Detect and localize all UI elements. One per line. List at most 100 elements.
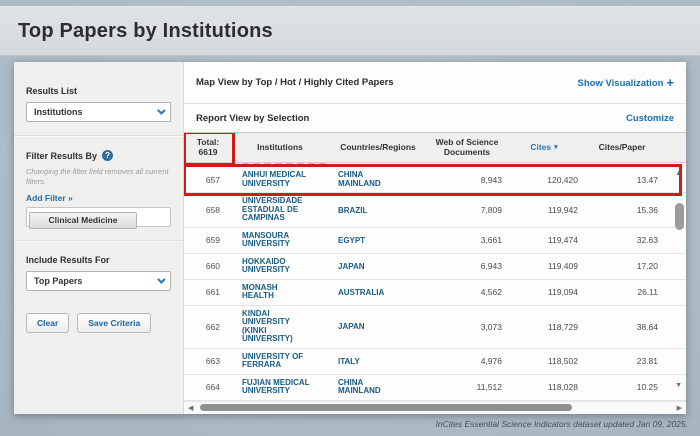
help-question-icon[interactable]: ? [102, 150, 113, 161]
scroll-left-icon[interactable]: ◀ [188, 405, 193, 412]
clipped-row-remnant [242, 163, 328, 166]
cites-label: Cites [530, 143, 551, 153]
documents-cell: 3,661 [428, 231, 506, 249]
page-background: Top Papers by Institutions Results List … [0, 0, 700, 436]
rank-cell: 658 [184, 201, 232, 219]
cites-per-paper-cell: 17.20 [582, 257, 662, 275]
documents-cell: 6,943 [428, 257, 506, 275]
content-area: Results List Institutions Filter Results… [14, 62, 686, 414]
institution-link[interactable]: MANSOURA UNIVERSITY [242, 232, 310, 249]
table-row-658[interactable]: 658 UNIVERSIDADE ESTADUAL DE CAMPINAS BR… [184, 193, 686, 228]
cites-cell: 119,474 [506, 231, 582, 249]
filter-field[interactable]: Clinical Medicine [26, 207, 171, 227]
institution-cell: MONASH HEALTH [232, 280, 328, 305]
sidebar: Results List Institutions Filter Results… [14, 62, 184, 414]
rank-cell: 664 [184, 378, 232, 396]
cites-per-paper-cell: 10.25 [582, 378, 662, 396]
column-header-cites-per-paper: Cites/Paper [582, 133, 662, 162]
total-header-cell: Total: 6619 [184, 133, 232, 162]
add-filter-link[interactable]: Add Filter » [26, 193, 171, 203]
table-row-661[interactable]: 661 MONASH HEALTH AUSTRALIA 4,562 119,09… [184, 280, 686, 306]
country-cell: AUSTRALIA [328, 283, 428, 302]
cites-cell: 118,729 [506, 318, 582, 336]
institution-cell: UNIVERSITY OF FERRARA [232, 349, 328, 374]
save-criteria-button[interactable]: Save Criteria [77, 313, 151, 333]
documents-cell: 4,562 [428, 283, 506, 301]
rank-cell: 657 [184, 171, 232, 189]
cites-per-paper-cell: 26.11 [582, 283, 662, 301]
cites-cell: 120,420 [506, 171, 582, 189]
vertical-scrollbar-thumb[interactable] [675, 203, 684, 230]
sidebar-divider [14, 240, 183, 242]
country-cell: CHINA MAINLAND [328, 167, 428, 192]
country-cell: JAPAN [328, 257, 428, 276]
horizontal-scrollbar-thumb[interactable] [200, 404, 572, 411]
scroll-right-icon[interactable]: ▶ [677, 405, 682, 412]
institution-cell: MANSOURA UNIVERSITY [232, 228, 328, 253]
include-results-dropdown[interactable]: Top Papers [26, 271, 171, 291]
country-cell: CHINA MAINLAND [328, 375, 428, 400]
filter-results-label: Filter Results By [26, 151, 97, 161]
clear-button[interactable]: Clear [26, 313, 69, 333]
report-view-title: Report View by Selection [196, 113, 309, 124]
main-panel: Map View by Top / Hot / Highly Cited Pap… [184, 62, 686, 414]
sort-down-icon: ▾ [554, 143, 558, 153]
table-row-660[interactable]: 660 HOKKAIDO UNIVERSITY JAPAN 6,943 119,… [184, 254, 686, 280]
institution-cell: FUJIAN MEDICAL UNIVERSITY [232, 375, 328, 400]
table-row-663[interactable]: 663 UNIVERSITY OF FERRARA ITALY 4,976 11… [184, 349, 686, 375]
institution-cell: KINDAI UNIVERSITY (KINKI UNIVERSITY) [232, 306, 328, 348]
institution-link[interactable]: ANHUI MEDICAL UNIVERSITY [242, 171, 310, 188]
column-header-documents: Web of Science Documents [428, 133, 506, 162]
chevron-down-icon [157, 275, 165, 283]
rank-cell: 660 [184, 257, 232, 275]
country-cell: BRAZIL [328, 201, 428, 220]
table-row-659[interactable]: 659 MANSOURA UNIVERSITY EGYPT 3,661 119,… [184, 228, 686, 254]
include-results-value: Top Papers [34, 276, 82, 286]
cites-per-paper-cell: 15.36 [582, 201, 662, 219]
column-header-institutions: Institutions [232, 133, 328, 162]
page-title: Top Papers by Institutions [0, 6, 700, 43]
cites-per-paper-cell: 32.63 [582, 231, 662, 249]
dataset-update-note: InCites Essential Science Indicators dat… [436, 419, 688, 429]
table-row-664[interactable]: 664 FUJIAN MEDICAL UNIVERSITY CHINA MAIN… [184, 375, 686, 401]
institution-link[interactable]: MONASH HEALTH [242, 284, 310, 301]
country-label: JAPAN [338, 263, 365, 272]
documents-cell: 7,809 [428, 201, 506, 219]
institution-link[interactable]: UNIVERSIDADE ESTADUAL DE CAMPINAS [242, 197, 310, 223]
show-visualization-link[interactable]: Show Visualization+ [578, 75, 674, 90]
institution-link[interactable]: FUJIAN MEDICAL UNIVERSITY [242, 379, 310, 396]
results-list-dropdown[interactable]: Institutions [26, 102, 171, 122]
report-view-bar: Report View by Selection Customize [184, 103, 686, 132]
cites-per-paper-cell: 13.47 [582, 171, 662, 189]
cites-per-paper-cell: 23.81 [582, 352, 662, 370]
chevron-down-icon [157, 106, 165, 114]
documents-cell: 8,943 [428, 171, 506, 189]
table-row-657[interactable]: 657 ANHUI MEDICAL UNIVERSITY CHINA MAINL… [184, 167, 686, 193]
plus-icon: + [666, 75, 674, 90]
horizontal-scrollbar[interactable]: ◀ ▶ [184, 401, 686, 413]
country-label: CHINA MAINLAND [338, 379, 400, 396]
rank-cell: 662 [184, 318, 232, 336]
map-view-title: Map View by Top / Hot / Highly Cited Pap… [196, 77, 394, 88]
institution-link[interactable]: KINDAI UNIVERSITY (KINKI UNIVERSITY) [242, 310, 310, 344]
customize-link[interactable]: Customize [626, 113, 674, 124]
institution-cell: UNIVERSIDADE ESTADUAL DE CAMPINAS [232, 193, 328, 227]
documents-cell: 4,976 [428, 352, 506, 370]
results-list-value: Institutions [34, 107, 83, 117]
sidebar-divider [14, 135, 183, 137]
show-visualization-label: Show Visualization [578, 78, 664, 89]
cites-per-paper-cell: 38.64 [582, 318, 662, 336]
map-view-bar: Map View by Top / Hot / Highly Cited Pap… [184, 62, 686, 103]
institution-link[interactable]: HOKKAIDO UNIVERSITY [242, 258, 310, 275]
country-cell: ITALY [328, 352, 428, 371]
scroll-down-icon[interactable]: ▼ [675, 382, 682, 389]
country-label: AUSTRALIA [338, 289, 384, 298]
column-header-cites-sort[interactable]: Cites ▾ [506, 133, 582, 162]
table-row-662[interactable]: 662 KINDAI UNIVERSITY (KINKI UNIVERSITY)… [184, 306, 686, 349]
active-filter-chip[interactable]: Clinical Medicine [29, 212, 137, 229]
cites-cell: 119,942 [506, 201, 582, 219]
cites-cell: 118,028 [506, 378, 582, 396]
scroll-up-icon[interactable]: ▲ [675, 170, 682, 177]
title-band: Top Papers by Institutions [0, 6, 700, 56]
institution-link[interactable]: UNIVERSITY OF FERRARA [242, 353, 310, 370]
